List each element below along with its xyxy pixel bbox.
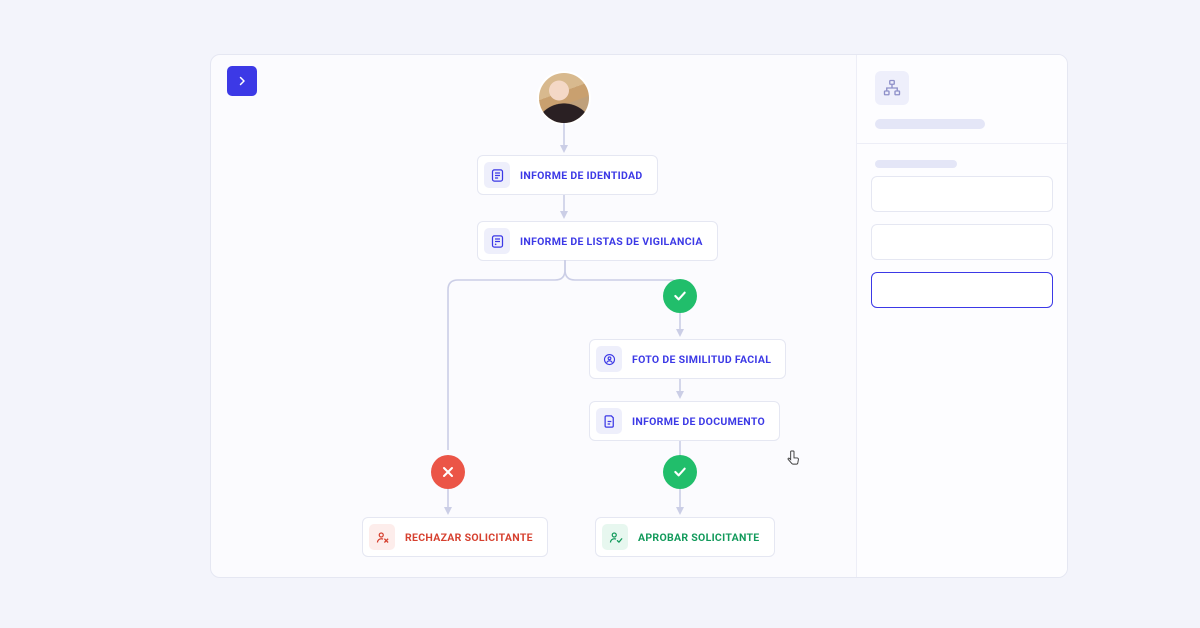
node-label: RECHAZAR SOLICITANTE (405, 531, 533, 544)
reject-user-icon (369, 524, 395, 550)
panel-card[interactable] (871, 224, 1053, 260)
workflow-canvas[interactable]: INFORME DE IDENTIDAD INFORME DE LISTAS D… (211, 55, 856, 577)
approve-user-icon (602, 524, 628, 550)
chevron-right-icon (236, 75, 248, 87)
facial-similarity-icon (596, 346, 622, 372)
properties-panel (856, 55, 1067, 577)
decision-pass-watchlist[interactable] (663, 279, 697, 313)
panel-card-selected[interactable] (871, 272, 1053, 308)
node-label: INFORME DE LISTAS DE VIGILANCIA (520, 235, 703, 248)
node-label: INFORME DE IDENTIDAD (520, 169, 643, 182)
node-label: FOTO DE SIMILITUD FACIAL (632, 353, 771, 366)
watchlist-report-icon (484, 228, 510, 254)
applicant-avatar (539, 73, 589, 123)
decision-pass-document[interactable] (663, 455, 697, 489)
node-watchlist-report[interactable]: INFORME DE LISTAS DE VIGILANCIA (477, 221, 718, 261)
section-label-placeholder (875, 160, 957, 168)
identity-report-icon (484, 162, 510, 188)
node-label: INFORME DE DOCUMENTO (632, 415, 765, 428)
panel-card[interactable] (871, 176, 1053, 212)
decision-fail-watchlist[interactable] (431, 455, 465, 489)
org-chart-icon (875, 71, 909, 105)
node-approve-applicant[interactable]: APROBAR SOLICITANTE (595, 517, 775, 557)
node-label: APROBAR SOLICITANTE (638, 531, 760, 544)
panel-title-placeholder (875, 119, 985, 129)
x-icon (440, 464, 456, 480)
node-reject-applicant[interactable]: RECHAZAR SOLICITANTE (362, 517, 548, 557)
document-report-icon (596, 408, 622, 434)
cursor-pointer-icon (786, 449, 802, 469)
check-icon (672, 464, 688, 480)
node-identity-report[interactable]: INFORME DE IDENTIDAD (477, 155, 658, 195)
expand-sidebar-button[interactable] (227, 66, 257, 96)
node-facial-similarity[interactable]: FOTO DE SIMILITUD FACIAL (589, 339, 786, 379)
app-window: INFORME DE IDENTIDAD INFORME DE LISTAS D… (210, 54, 1068, 578)
check-icon (672, 288, 688, 304)
node-document-report[interactable]: INFORME DE DOCUMENTO (589, 401, 780, 441)
